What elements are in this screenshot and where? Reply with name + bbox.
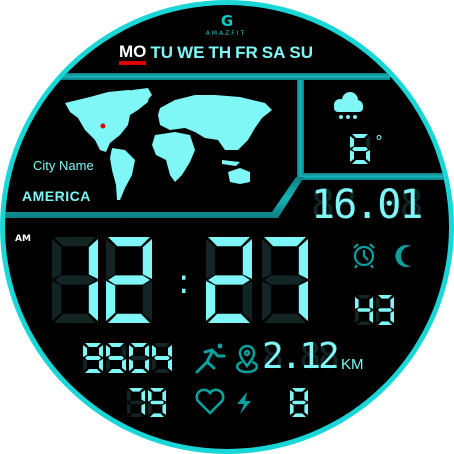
segment-g: [129, 400, 143, 405]
date-value: 16.01: [311, 182, 423, 228]
segment-g: [352, 147, 368, 151]
frame-vertical-bar: [297, 80, 304, 177]
segment-g: [108, 356, 124, 360]
date-display: 88.88 16.01: [311, 182, 423, 228]
temperature-unit: °: [375, 132, 383, 151]
segment-g: [85, 356, 101, 360]
segment-g: [292, 400, 306, 405]
segment-g: [378, 308, 392, 312]
weekday-row: MO TU WE TH FR SA SU: [119, 43, 313, 65]
segment-g: [131, 356, 147, 360]
region-label: AMERICA: [22, 188, 91, 204]
distance-value: 2.12: [262, 336, 340, 377]
segment-g: [54, 275, 96, 285]
distance-unit: KM: [341, 356, 364, 373]
frame-top-bar: [60, 73, 390, 80]
ampm-label: AM: [15, 234, 31, 244]
time-separator: :: [178, 262, 190, 302]
segment-g: [208, 275, 250, 285]
day-th: TH: [208, 43, 232, 62]
location-marker: [100, 123, 106, 129]
day-tu: TU: [150, 43, 174, 62]
distance-display: 8.88 2.12: [262, 336, 340, 377]
day-we: WE: [177, 43, 205, 62]
frame-right-bar: [302, 173, 449, 180]
segment-g: [154, 356, 170, 360]
segment-g: [150, 400, 164, 405]
brand-logo: G: [220, 12, 234, 30]
segment-g: [264, 275, 306, 285]
segment-g: [357, 308, 371, 312]
day-sa: SA: [261, 43, 286, 62]
day-su: SU: [289, 43, 314, 62]
brand-name: AMAZFIT: [205, 30, 247, 37]
day-fr: FR: [235, 43, 258, 62]
day-mo: MO: [119, 43, 147, 65]
segment-g: [108, 275, 150, 285]
city-name-label[interactable]: City Name: [33, 158, 94, 173]
